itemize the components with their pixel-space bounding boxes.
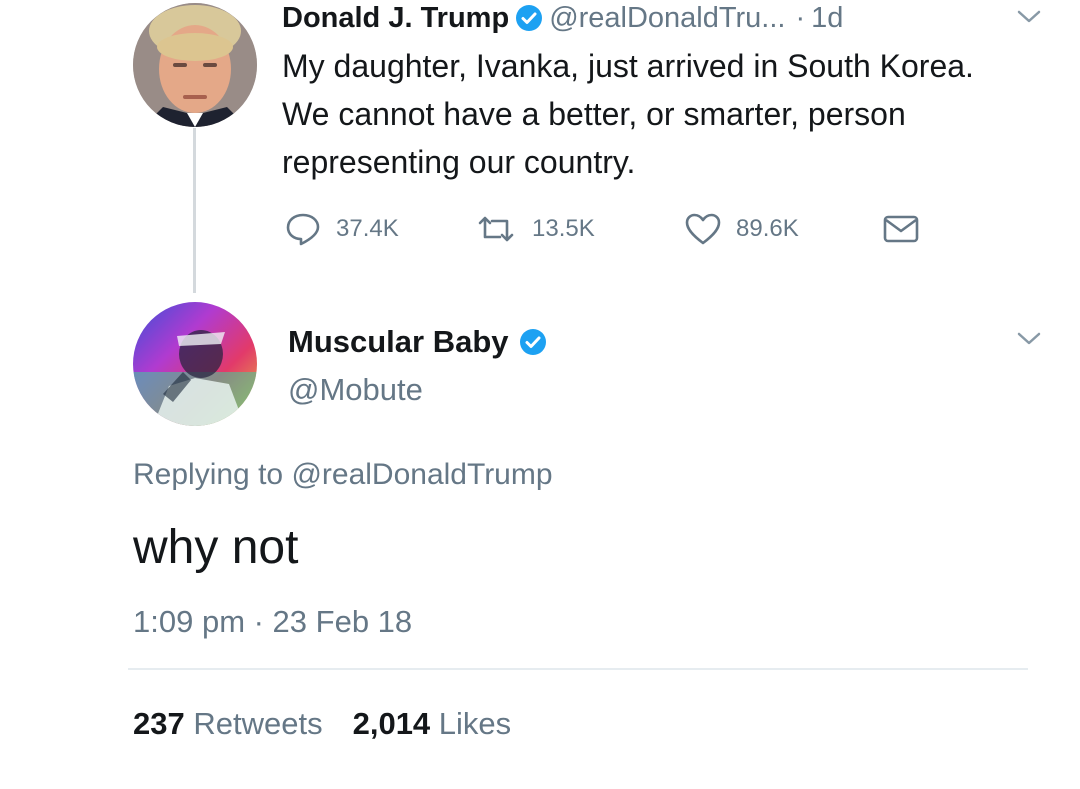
reply-author-name[interactable]: Muscular Baby [288,324,509,360]
meta-separator: · [795,1,806,34]
heart-icon [684,212,722,246]
retweets-stat[interactable]: 237 Retweets [133,706,323,741]
retweet-count: 13.5K [532,215,595,242]
like-count: 89.6K [736,215,799,242]
likes-value: 2,014 [352,706,431,741]
avatar-reply-author[interactable] [133,302,257,426]
reply-button[interactable]: 37.4K [284,211,474,247]
avatar-portrait-image [133,3,257,127]
avatar-portrait-image [133,302,257,426]
original-author-name[interactable]: Donald J. Trump [282,2,509,35]
original-tweet-text: My daughter, Ivanka, just arrived in Sou… [282,48,974,180]
direct-message-button[interactable] [882,214,920,244]
verified-badge-icon [515,4,543,32]
reply-timestamp[interactable]: 1:09 pm · 23 Feb 18 [133,604,412,640]
reply-author-name-row: Muscular Baby [288,322,553,362]
retweets-value: 237 [133,706,185,741]
retweet-icon [474,213,518,245]
reply-engagement-stats: 237 Retweets 2,014 Likes [133,706,511,742]
replying-to-line: Replying to @realDonaldTrump [133,458,553,492]
likes-stat[interactable]: 2,014 Likes [353,706,512,741]
retweets-label: Retweets [193,706,323,741]
divider [128,668,1028,670]
likes-label: Likes [438,706,512,741]
reply-count: 37.4K [336,215,399,242]
thread-connector-line [193,128,196,293]
retweet-button[interactable]: 13.5K [474,213,684,245]
chevron-down-icon[interactable] [1016,330,1042,348]
original-author-handle[interactable]: @realDonaldTru... [549,2,785,35]
envelope-icon [882,214,920,244]
reply-author-handle[interactable]: @Mobute [288,372,423,408]
replying-to-prefix: Replying to [133,458,284,491]
avatar-original-author[interactable] [133,3,257,127]
verified-badge-icon [519,328,547,356]
tweet-action-bar: 37.4K 13.5K 89.6K [284,208,920,250]
original-tweet-header: Donald J. Trump @realDonaldTru... · 1d [282,0,843,36]
chevron-down-icon[interactable] [1016,8,1042,26]
original-tweet-age[interactable]: 1d [811,2,843,35]
reply-bubble-icon [284,211,322,247]
like-button[interactable]: 89.6K [684,212,882,246]
reply-tweet-text: why not [133,521,299,574]
replying-to-handle-link[interactable]: @realDonaldTrump [291,458,552,491]
